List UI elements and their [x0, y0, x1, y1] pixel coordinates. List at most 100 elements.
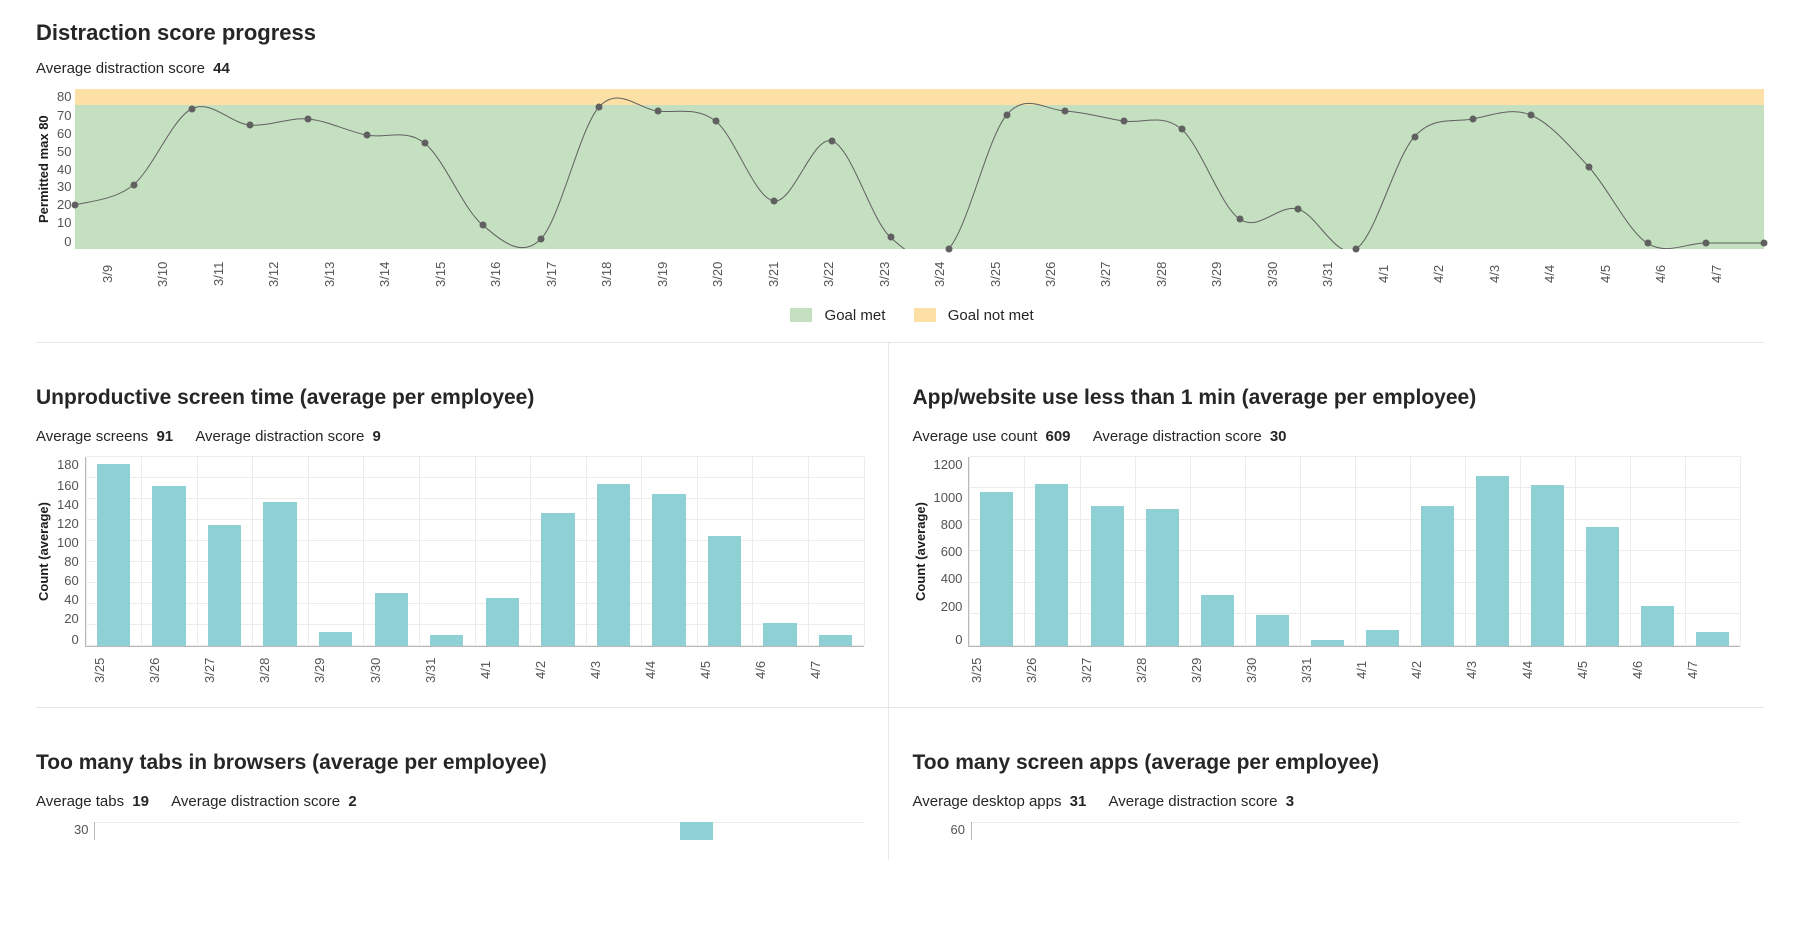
- bar: [430, 635, 463, 646]
- bar: [1421, 506, 1454, 646]
- data-point: [654, 108, 661, 115]
- y-axis-ticks: 120010008006004002000: [934, 457, 963, 647]
- y-axis-top-tick: 30: [74, 822, 88, 840]
- bar: [1256, 615, 1289, 646]
- bar: [541, 513, 574, 646]
- section-title: Too many screen apps (average per employ…: [913, 751, 1741, 775]
- bar: [597, 484, 630, 646]
- data-point: [1469, 116, 1476, 123]
- avg-desktop-apps-value: 31: [1070, 793, 1087, 810]
- avg-score-value: 9: [372, 428, 380, 445]
- section-title: App/website use less than 1 min (average…: [913, 386, 1741, 410]
- legend-label-goal-not-met: Goal not met: [948, 307, 1034, 324]
- avg-score-label: Average distraction score: [195, 428, 364, 445]
- x-axis-ticks: 3/253/263/273/283/293/303/314/14/24/34/4…: [969, 653, 1741, 687]
- partial-bar-plot: [971, 822, 1740, 840]
- bar: [819, 635, 852, 646]
- x-axis-ticks: 3/93/103/113/123/133/143/153/163/173/183…: [100, 255, 1764, 293]
- data-point: [1411, 134, 1418, 141]
- data-point: [1353, 246, 1360, 253]
- data-point: [305, 116, 312, 123]
- unproductive-screen-time-section: Unproductive screen time (average per em…: [36, 343, 888, 707]
- line-plot-area: [75, 89, 1764, 249]
- avg-desktop-apps-label: Average desktop apps: [913, 793, 1062, 810]
- avg-score-value: 44: [213, 60, 230, 77]
- data-point: [72, 202, 79, 209]
- bar: [486, 598, 519, 646]
- data-point: [829, 138, 836, 145]
- data-point: [945, 246, 952, 253]
- avg-score-value: 3: [1286, 793, 1294, 810]
- bar: [1586, 527, 1619, 646]
- bar: [97, 464, 130, 646]
- bar: [1201, 595, 1234, 646]
- data-point: [1702, 240, 1709, 247]
- avg-score-label: Average distraction score: [36, 60, 205, 77]
- too-many-screen-apps-section: Too many screen apps (average per employ…: [888, 708, 1765, 860]
- bar: [152, 486, 185, 646]
- charts-row-2: Too many tabs in browsers (average per e…: [36, 707, 1764, 860]
- bar: [1091, 506, 1124, 646]
- y-axis-label: Count (average): [36, 457, 51, 647]
- legend-swatch-goal-met: [790, 308, 812, 322]
- line-path: [75, 89, 1764, 249]
- data-point: [130, 182, 137, 189]
- y-axis-label: Permitted max 80: [36, 89, 51, 249]
- bar: [319, 632, 352, 646]
- bar: [375, 593, 408, 646]
- avg-score-label: Average distraction score: [171, 793, 340, 810]
- bar-plot-area: [85, 457, 864, 647]
- data-point: [771, 198, 778, 205]
- section-subtitle: Average desktop apps 31 Average distract…: [913, 793, 1741, 810]
- section-title: Too many tabs in browsers (average per e…: [36, 751, 864, 775]
- data-point: [1236, 216, 1243, 223]
- partial-bar-plot: [94, 822, 863, 840]
- data-point: [538, 236, 545, 243]
- data-point: [480, 222, 487, 229]
- x-axis-ticks: 3/253/263/273/283/293/303/314/14/24/34/4…: [92, 653, 864, 687]
- avg-screens-value: 91: [156, 428, 173, 445]
- legend-label-goal-met: Goal met: [825, 307, 886, 324]
- bar-chart: Count (average) 120010008006004002000: [913, 457, 1741, 647]
- bar: [208, 525, 241, 646]
- bar: [708, 536, 741, 646]
- avg-score-value: 2: [348, 793, 356, 810]
- data-point: [421, 140, 428, 147]
- data-point: [1120, 118, 1127, 125]
- section-subtitle: Average use count 609 Average distractio…: [913, 428, 1741, 445]
- bar: [652, 494, 685, 646]
- data-point: [1528, 112, 1535, 119]
- avg-use-count-label: Average use count: [913, 428, 1038, 445]
- data-point: [887, 234, 894, 241]
- bar: [1311, 640, 1344, 646]
- y-axis-label: Count (average): [913, 457, 928, 647]
- data-point: [363, 132, 370, 139]
- avg-tabs-label: Average tabs: [36, 793, 124, 810]
- data-point: [1295, 206, 1302, 213]
- data-point: [1062, 108, 1069, 115]
- y-axis-ticks: 80706050403020100: [57, 89, 71, 249]
- data-point: [188, 106, 195, 113]
- data-point: [1178, 126, 1185, 133]
- bar: [263, 502, 296, 646]
- chart-legend: Goal met Goal not met: [36, 293, 1764, 342]
- data-point: [247, 122, 254, 129]
- avg-score-label: Average distraction score: [1109, 793, 1278, 810]
- data-point: [1004, 112, 1011, 119]
- y-axis-top-tick: 60: [951, 822, 965, 840]
- section-subtitle: Average distraction score 44: [36, 60, 1764, 77]
- section-subtitle: Average tabs 19 Average distraction scor…: [36, 793, 864, 810]
- charts-row-1: Unproductive screen time (average per em…: [36, 342, 1764, 707]
- section-subtitle: Average screens 91 Average distraction s…: [36, 428, 864, 445]
- data-point: [596, 104, 603, 111]
- distraction-score-section: Distraction score progress Average distr…: [36, 0, 1764, 342]
- bar: [1531, 485, 1564, 646]
- avg-tabs-value: 19: [132, 793, 149, 810]
- bar: [1696, 632, 1729, 645]
- section-title: Distraction score progress: [36, 20, 1764, 46]
- data-point: [1586, 164, 1593, 171]
- bar: [1146, 509, 1179, 646]
- data-point: [1644, 240, 1651, 247]
- avg-screens-label: Average screens: [36, 428, 148, 445]
- data-point: [712, 118, 719, 125]
